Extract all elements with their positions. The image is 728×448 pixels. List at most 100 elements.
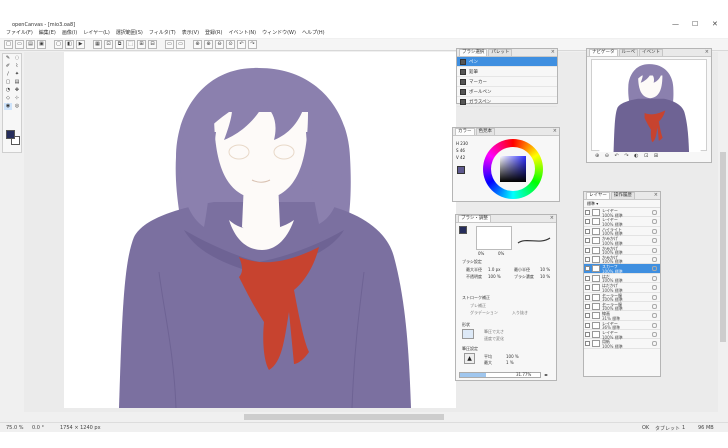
lasso-tool-icon[interactable]: ◇ [4,95,12,102]
lock-icon[interactable] [652,332,657,338]
rotate-left-button[interactable]: ↶ [237,40,246,49]
zoom-out-button[interactable]: ⊖ [215,40,224,49]
current-color-swatch[interactable] [457,166,465,174]
progress-arrows-icon[interactable]: ◂▸ [544,372,548,378]
tab-swatches[interactable]: 色見本 [475,128,495,135]
select-all-button[interactable]: ⬚ [126,40,135,49]
close-icon[interactable]: × [550,215,554,221]
close-button[interactable]: ✕ [712,20,718,28]
resize-button[interactable]: ⊟ [148,40,157,49]
crosshair-tool-icon[interactable]: ⊹ [13,95,21,102]
visibility-eye-icon[interactable] [585,256,590,262]
tab-brush-adjust[interactable]: ブラシ・調整 [458,215,491,222]
shape-opt-pressure[interactable]: 筆圧で太さ [484,329,504,335]
menu-layer[interactable]: レイヤー(L) [83,29,110,38]
gradient-tool-icon[interactable]: ◔ [4,87,12,94]
visibility-eye-icon[interactable] [585,247,590,253]
pressure-a-value[interactable]: 100 % [506,354,519,359]
lock-icon[interactable] [652,294,657,300]
line-tool-icon[interactable]: ∕ [4,71,12,78]
lock-icon[interactable] [652,247,657,253]
tab-layers[interactable]: レイヤー [586,192,610,199]
rect-select-tool-icon[interactable]: ▢ [4,79,12,86]
vertical-scroll-thumb[interactable] [720,152,726,342]
layer-row[interactable]: セーラー服 100% 標準 [584,302,660,311]
layer-row[interactable]: レイヤー 36% 標準 [584,321,660,330]
drawing-canvas[interactable] [64,52,456,408]
lock-icon[interactable] [652,210,657,215]
lock-icon[interactable] [652,266,657,272]
play-button[interactable]: ▶ [76,40,85,49]
navigator-preview[interactable] [591,59,707,152]
visibility-eye-icon[interactable] [585,228,590,234]
brush-item-glasspen[interactable]: ガラスペン [457,97,557,107]
pressure-b-value[interactable]: 1 % [506,360,514,365]
menu-window[interactable]: ウィンドウ(W) [262,29,296,38]
visibility-eye-icon[interactable] [585,238,590,244]
max-size-value[interactable]: 1.0 px [488,267,501,272]
pen-tool-icon[interactable]: ✎ [4,55,12,62]
close-icon[interactable]: × [705,49,709,55]
crop-button[interactable]: ⊞ [137,40,146,49]
menu-image[interactable]: 画像(I) [62,29,77,38]
lock-icon[interactable] [652,228,657,234]
layer-row[interactable]: 用紙 100% 標準 [584,339,660,349]
layer-row[interactable]: かみかげ 100% 標準 [584,246,660,255]
h-value[interactable]: 230 [460,141,468,146]
stroke-opt-gradient[interactable]: グラデーション [470,310,498,316]
paste-button[interactable]: ⧉ [115,40,124,49]
cut-button[interactable]: ▦ [93,40,102,49]
menu-register[interactable]: 登録(R) [205,29,222,38]
layer-button[interactable]: ◧ [65,40,74,49]
lock-icon[interactable] [652,275,657,281]
brush-color-swatch[interactable] [459,226,467,234]
layer-row[interactable]: レイヤー 100% 標準 [584,330,660,340]
lock-icon[interactable] [652,285,657,291]
visibility-eye-icon[interactable] [585,332,590,338]
visibility-eye-icon[interactable] [585,275,590,281]
visibility-eye-icon[interactable] [585,341,590,347]
minimize-button[interactable]: — [672,20,679,28]
copy-button[interactable]: ⊡ [104,40,113,49]
layer-row[interactable]: はだかげ 100% 標準 [584,283,660,293]
stroke-opt-taper[interactable]: 入り抜き [512,310,528,316]
brush-item-ballpen[interactable]: ボールペン [457,87,557,97]
layer-row[interactable]: セーラー服 100% 標準 [584,293,660,302]
maximize-button[interactable]: ☐ [692,20,698,28]
menu-edit[interactable]: 編集(E) [39,29,56,38]
layer-row[interactable]: レイヤー 100% 標準 [584,208,660,218]
tab-brush-select[interactable]: ブラシ選択 [459,49,488,56]
zoom-tool-icon[interactable]: ◎ [13,103,21,110]
brush-item-pen[interactable]: ペン [457,57,557,67]
blend-mode-select[interactable]: 標準 ▾ [584,200,660,208]
visibility-eye-icon[interactable] [585,285,590,291]
brush-item-pencil[interactable]: 鉛筆 [457,67,557,77]
layer-row[interactable]: 線画 31% 標準 [584,311,660,321]
layer-row[interactable]: はだ 100% 標準 [584,274,660,283]
horizontal-scroll-thumb[interactable] [244,414,444,420]
watercolor-tool-icon[interactable]: ⌇ [13,63,21,70]
frame-button[interactable]: ▭ [165,40,174,49]
lock-icon[interactable] [652,219,657,225]
tab-history[interactable]: 操作履歴 [610,192,635,199]
visibility-eye-icon[interactable] [585,210,590,215]
fill-tool-icon[interactable]: ▤ [13,79,21,86]
airbrush-tool-icon[interactable]: ◌ [13,55,21,62]
zoom-actual-button[interactable]: ⊙ [226,40,235,49]
shape-opt-speed[interactable]: 速度で変化 [484,336,504,342]
foreground-color-swatch[interactable] [6,130,15,139]
opacity-value[interactable]: 100 % [488,274,501,279]
tab-navigator[interactable]: ナビゲータ [589,49,618,56]
new-file-button[interactable]: □ [4,40,13,49]
move-tool-icon[interactable]: ✥ [13,87,21,94]
min-size-value[interactable]: 10 % [540,267,550,272]
shape-icon[interactable] [462,329,474,339]
zoom-in-button[interactable]: ⊕ [193,40,202,49]
lock-icon[interactable] [652,322,657,328]
visibility-eye-icon[interactable] [585,294,590,300]
horizontal-scrollbar[interactable] [24,413,718,421]
hue-ring[interactable] [483,139,543,199]
layer-row[interactable]: かみかげ 100% 標準 [584,236,660,246]
zoom-fit-button[interactable]: ⊕ [204,40,213,49]
save-as-button[interactable]: ▣ [37,40,46,49]
